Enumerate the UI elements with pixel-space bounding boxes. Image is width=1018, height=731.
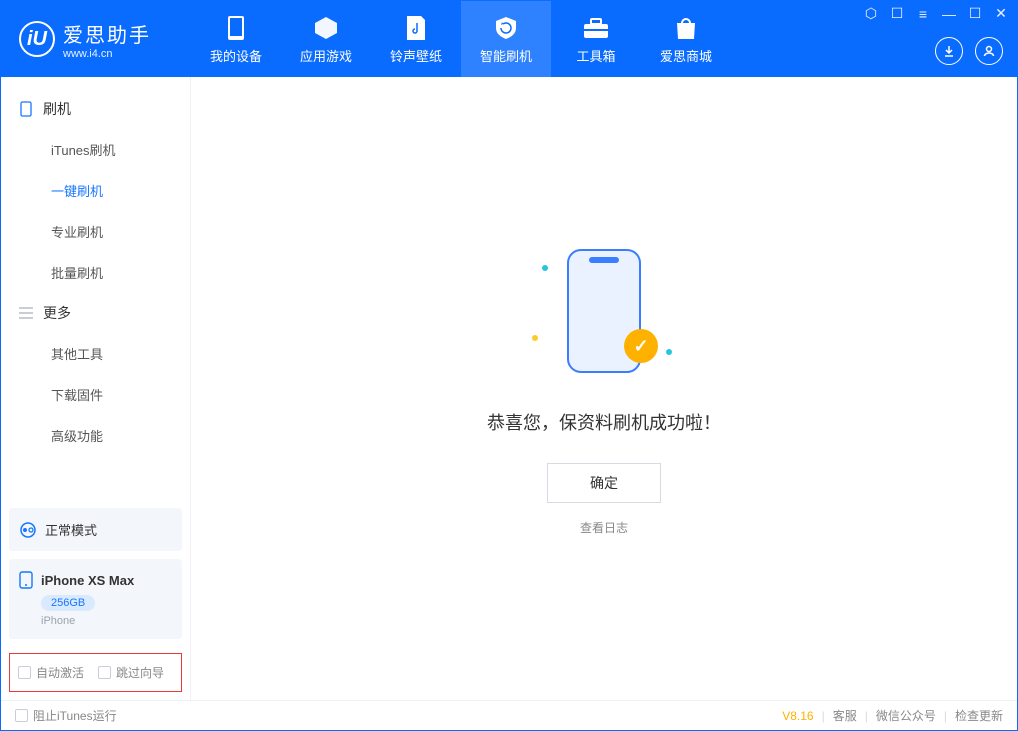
bag-icon xyxy=(672,14,700,42)
sidebar-group-label: 刷机 xyxy=(43,99,71,119)
feedback-icon[interactable]: ☐ xyxy=(889,5,905,22)
nav-label: 应用游戏 xyxy=(300,46,352,65)
nav-label: 爱思商城 xyxy=(660,46,712,65)
header: iU 爱思助手 www.i4.cn 我的设备 应用游戏 铃声壁纸 智能刷机 xyxy=(1,1,1017,77)
device-card[interactable]: iPhone XS Max 256GB iPhone xyxy=(9,559,182,639)
sidebar-item-download-fw[interactable]: 下载固件 xyxy=(1,374,190,415)
checkbox-skip-guide[interactable]: 跳过向导 xyxy=(98,664,164,681)
minimize-button[interactable]: — xyxy=(941,6,957,22)
status-label: 正常模式 xyxy=(45,520,97,539)
music-file-icon xyxy=(402,14,430,42)
maximize-button[interactable]: ☐ xyxy=(967,5,983,22)
nav-my-device[interactable]: 我的设备 xyxy=(191,1,281,77)
close-button[interactable]: ✕ xyxy=(993,5,1009,22)
sidebar-item-onekey-flash[interactable]: 一键刷机 xyxy=(1,170,190,211)
highlight-options: 自动激活 跳过向导 xyxy=(9,653,182,692)
nav-apps[interactable]: 应用游戏 xyxy=(281,1,371,77)
main-content: ✓ 恭喜您，保资料刷机成功啦！ 确定 查看日志 xyxy=(191,77,1017,700)
download-button[interactable] xyxy=(935,37,963,65)
checkbox-box xyxy=(98,666,111,679)
footer-wechat-link[interactable]: 微信公众号 xyxy=(876,707,936,724)
device-icon xyxy=(222,14,250,42)
logo-icon: iU xyxy=(19,21,55,57)
checkbox-box xyxy=(18,666,31,679)
toolbox-icon xyxy=(582,14,610,42)
sidebar-item-itunes-flash[interactable]: iTunes刷机 xyxy=(1,129,190,170)
user-button[interactable] xyxy=(975,37,1003,65)
cube-icon xyxy=(312,14,340,42)
check-badge-icon: ✓ xyxy=(624,329,658,363)
nav-toolbox[interactable]: 工具箱 xyxy=(551,1,641,77)
success-message: 恭喜您，保资料刷机成功啦！ xyxy=(487,409,721,435)
nav-label: 智能刷机 xyxy=(480,46,532,65)
checkbox-label: 跳过向导 xyxy=(116,664,164,681)
nav-ringtone[interactable]: 铃声壁纸 xyxy=(371,1,461,77)
view-log-link[interactable]: 查看日志 xyxy=(580,519,628,536)
device-name: iPhone XS Max xyxy=(41,573,134,588)
nav-flash[interactable]: 智能刷机 xyxy=(461,1,551,77)
checkbox-box xyxy=(15,709,28,722)
phone-icon xyxy=(19,102,33,116)
logo[interactable]: iU 爱思助手 www.i4.cn xyxy=(1,19,191,60)
version-label: V8.16 xyxy=(782,709,813,723)
nav-label: 铃声壁纸 xyxy=(390,46,442,65)
sidebar-item-batch-flash[interactable]: 批量刷机 xyxy=(1,252,190,293)
device-phone-icon xyxy=(19,571,33,589)
shield-refresh-icon xyxy=(492,14,520,42)
ok-button[interactable]: 确定 xyxy=(547,463,661,503)
skin-icon[interactable]: ⬡ xyxy=(863,5,879,22)
checkbox-auto-activate[interactable]: 自动激活 xyxy=(18,664,84,681)
checkbox-block-itunes[interactable]: 阻止iTunes运行 xyxy=(15,707,117,724)
nav-label: 我的设备 xyxy=(210,46,262,65)
sidebar-item-pro-flash[interactable]: 专业刷机 xyxy=(1,211,190,252)
menu-icon[interactable]: ≡ xyxy=(915,6,931,22)
device-mode-status[interactable]: 正常模式 xyxy=(9,508,182,551)
checkbox-label: 阻止iTunes运行 xyxy=(33,707,117,724)
header-right-buttons xyxy=(935,37,1003,65)
sidebar-group-label: 更多 xyxy=(43,303,71,323)
sidebar-item-other-tools[interactable]: 其他工具 xyxy=(1,333,190,374)
device-type: iPhone xyxy=(41,615,172,627)
sidebar: 刷机 iTunes刷机 一键刷机 专业刷机 批量刷机 更多 其他工具 下载固件 … xyxy=(1,77,191,700)
sidebar-group-more[interactable]: 更多 xyxy=(1,293,190,333)
footer-service-link[interactable]: 客服 xyxy=(833,707,857,724)
sidebar-group-flash[interactable]: 刷机 xyxy=(1,89,190,129)
status-icon xyxy=(19,521,37,539)
device-storage: 256GB xyxy=(41,595,95,611)
list-icon xyxy=(19,306,33,320)
success-illustration: ✓ xyxy=(524,241,684,381)
window-controls: ⬡ ☐ ≡ — ☐ ✕ xyxy=(863,5,1009,22)
footer: 阻止iTunes运行 V8.16 | 客服 | 微信公众号 | 检查更新 xyxy=(1,700,1017,730)
top-nav: 我的设备 应用游戏 铃声壁纸 智能刷机 工具箱 爱思商城 xyxy=(191,1,731,77)
logo-text: 爱思助手 www.i4.cn xyxy=(63,19,151,60)
nav-label: 工具箱 xyxy=(576,46,615,65)
sidebar-item-advanced[interactable]: 高级功能 xyxy=(1,415,190,456)
footer-update-link[interactable]: 检查更新 xyxy=(955,707,1003,724)
nav-store[interactable]: 爱思商城 xyxy=(641,1,731,77)
checkbox-label: 自动激活 xyxy=(36,664,84,681)
